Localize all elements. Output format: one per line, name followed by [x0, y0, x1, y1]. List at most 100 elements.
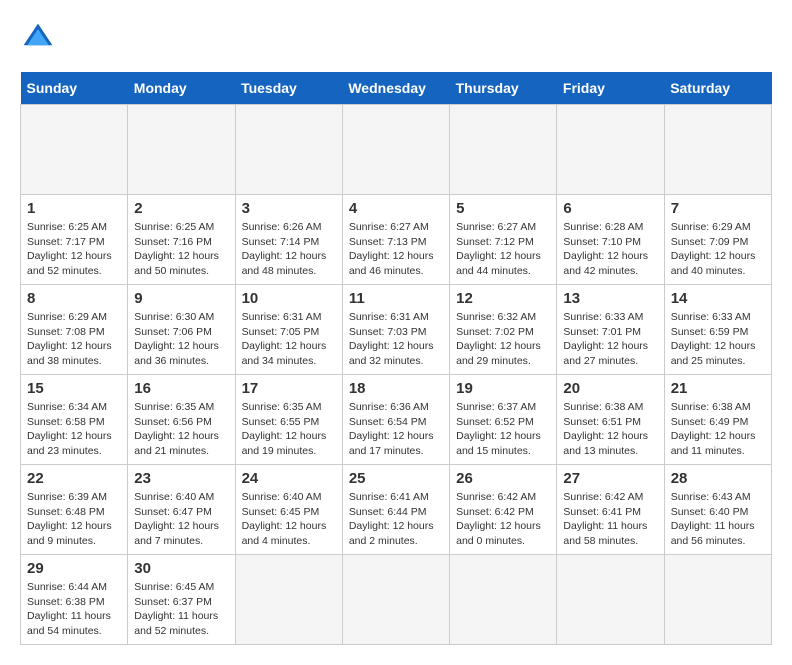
sunrise: Sunrise: 6:26 AM: [242, 221, 322, 233]
daylight: Daylight: 11 hours and 56 minutes.: [671, 520, 755, 547]
week-row-6: 29 Sunrise: 6:44 AM Sunset: 6:38 PM Dayl…: [21, 555, 772, 645]
calendar-cell: [450, 105, 557, 195]
day-number: 4: [349, 200, 443, 217]
sunset: Sunset: 6:44 PM: [349, 506, 427, 518]
daylight: Daylight: 12 hours and 27 minutes.: [563, 340, 648, 367]
sunset: Sunset: 6:51 PM: [563, 416, 641, 428]
sunset: Sunset: 6:59 PM: [671, 326, 749, 338]
day-number: 25: [349, 470, 443, 487]
day-number: 6: [563, 200, 657, 217]
sunset: Sunset: 7:16 PM: [134, 236, 212, 248]
calendar-cell: [664, 555, 771, 645]
cell-content: Sunrise: 6:35 AM Sunset: 6:55 PM Dayligh…: [242, 400, 336, 459]
cell-content: Sunrise: 6:29 AM Sunset: 7:09 PM Dayligh…: [671, 220, 765, 279]
calendar-cell: 24 Sunrise: 6:40 AM Sunset: 6:45 PM Dayl…: [235, 465, 342, 555]
day-number: 20: [563, 380, 657, 397]
sunset: Sunset: 7:08 PM: [27, 326, 105, 338]
sunrise: Sunrise: 6:43 AM: [671, 491, 751, 503]
sunrise: Sunrise: 6:33 AM: [563, 311, 643, 323]
calendar-cell: 26 Sunrise: 6:42 AM Sunset: 6:42 PM Dayl…: [450, 465, 557, 555]
calendar-cell: 8 Sunrise: 6:29 AM Sunset: 7:08 PM Dayli…: [21, 285, 128, 375]
sunset: Sunset: 7:03 PM: [349, 326, 427, 338]
week-row-3: 8 Sunrise: 6:29 AM Sunset: 7:08 PM Dayli…: [21, 285, 772, 375]
sunrise: Sunrise: 6:45 AM: [134, 581, 214, 593]
sunset: Sunset: 6:58 PM: [27, 416, 105, 428]
day-number: 7: [671, 200, 765, 217]
calendar-cell: [235, 105, 342, 195]
daylight: Daylight: 12 hours and 0 minutes.: [456, 520, 541, 547]
sunset: Sunset: 7:06 PM: [134, 326, 212, 338]
sunset: Sunset: 7:12 PM: [456, 236, 534, 248]
cell-content: Sunrise: 6:27 AM Sunset: 7:13 PM Dayligh…: [349, 220, 443, 279]
sunrise: Sunrise: 6:33 AM: [671, 311, 751, 323]
sunrise: Sunrise: 6:35 AM: [134, 401, 214, 413]
cell-content: Sunrise: 6:36 AM Sunset: 6:54 PM Dayligh…: [349, 400, 443, 459]
calendar-cell: 16 Sunrise: 6:35 AM Sunset: 6:56 PM Dayl…: [128, 375, 235, 465]
cell-content: Sunrise: 6:31 AM Sunset: 7:03 PM Dayligh…: [349, 310, 443, 369]
daylight: Daylight: 12 hours and 11 minutes.: [671, 430, 756, 457]
daylight: Daylight: 12 hours and 9 minutes.: [27, 520, 112, 547]
sunset: Sunset: 6:56 PM: [134, 416, 212, 428]
calendar-cell: 12 Sunrise: 6:32 AM Sunset: 7:02 PM Dayl…: [450, 285, 557, 375]
cell-content: Sunrise: 6:30 AM Sunset: 7:06 PM Dayligh…: [134, 310, 228, 369]
day-number: 5: [456, 200, 550, 217]
day-number: 8: [27, 290, 121, 307]
calendar-cell: 21 Sunrise: 6:38 AM Sunset: 6:49 PM Dayl…: [664, 375, 771, 465]
day-number: 27: [563, 470, 657, 487]
sunrise: Sunrise: 6:41 AM: [349, 491, 429, 503]
daylight: Daylight: 12 hours and 52 minutes.: [27, 250, 112, 277]
sunset: Sunset: 6:45 PM: [242, 506, 320, 518]
cell-content: Sunrise: 6:34 AM Sunset: 6:58 PM Dayligh…: [27, 400, 121, 459]
sunset: Sunset: 6:49 PM: [671, 416, 749, 428]
cell-content: Sunrise: 6:42 AM Sunset: 6:42 PM Dayligh…: [456, 490, 550, 549]
sunset: Sunset: 6:54 PM: [349, 416, 427, 428]
calendar-cell: 1 Sunrise: 6:25 AM Sunset: 7:17 PM Dayli…: [21, 195, 128, 285]
day-number: 18: [349, 380, 443, 397]
sunrise: Sunrise: 6:31 AM: [242, 311, 322, 323]
cell-content: Sunrise: 6:25 AM Sunset: 7:16 PM Dayligh…: [134, 220, 228, 279]
calendar-cell: 23 Sunrise: 6:40 AM Sunset: 6:47 PM Dayl…: [128, 465, 235, 555]
header-sunday: Sunday: [21, 72, 128, 105]
day-number: 22: [27, 470, 121, 487]
day-number: 2: [134, 200, 228, 217]
calendar-cell: 10 Sunrise: 6:31 AM Sunset: 7:05 PM Dayl…: [235, 285, 342, 375]
sunrise: Sunrise: 6:25 AM: [27, 221, 107, 233]
calendar-cell: 30 Sunrise: 6:45 AM Sunset: 6:37 PM Dayl…: [128, 555, 235, 645]
header-friday: Friday: [557, 72, 664, 105]
header-row: SundayMondayTuesdayWednesdayThursdayFrid…: [21, 72, 772, 105]
cell-content: Sunrise: 6:33 AM Sunset: 6:59 PM Dayligh…: [671, 310, 765, 369]
cell-content: Sunrise: 6:44 AM Sunset: 6:38 PM Dayligh…: [27, 580, 121, 639]
daylight: Daylight: 12 hours and 21 minutes.: [134, 430, 219, 457]
calendar-cell: 3 Sunrise: 6:26 AM Sunset: 7:14 PM Dayli…: [235, 195, 342, 285]
calendar-cell: 2 Sunrise: 6:25 AM Sunset: 7:16 PM Dayli…: [128, 195, 235, 285]
header-thursday: Thursday: [450, 72, 557, 105]
daylight: Daylight: 12 hours and 40 minutes.: [671, 250, 756, 277]
sunset: Sunset: 7:10 PM: [563, 236, 641, 248]
day-number: 26: [456, 470, 550, 487]
sunset: Sunset: 6:47 PM: [134, 506, 212, 518]
cell-content: Sunrise: 6:40 AM Sunset: 6:45 PM Dayligh…: [242, 490, 336, 549]
week-row-2: 1 Sunrise: 6:25 AM Sunset: 7:17 PM Dayli…: [21, 195, 772, 285]
sunrise: Sunrise: 6:29 AM: [27, 311, 107, 323]
week-row-1: [21, 105, 772, 195]
sunrise: Sunrise: 6:31 AM: [349, 311, 429, 323]
calendar-cell: 5 Sunrise: 6:27 AM Sunset: 7:12 PM Dayli…: [450, 195, 557, 285]
sunset: Sunset: 7:14 PM: [242, 236, 320, 248]
cell-content: Sunrise: 6:42 AM Sunset: 6:41 PM Dayligh…: [563, 490, 657, 549]
calendar-cell: 7 Sunrise: 6:29 AM Sunset: 7:09 PM Dayli…: [664, 195, 771, 285]
daylight: Daylight: 12 hours and 44 minutes.: [456, 250, 541, 277]
sunrise: Sunrise: 6:35 AM: [242, 401, 322, 413]
day-number: 15: [27, 380, 121, 397]
header-monday: Monday: [128, 72, 235, 105]
daylight: Daylight: 12 hours and 13 minutes.: [563, 430, 648, 457]
header-saturday: Saturday: [664, 72, 771, 105]
cell-content: Sunrise: 6:25 AM Sunset: 7:17 PM Dayligh…: [27, 220, 121, 279]
sunrise: Sunrise: 6:34 AM: [27, 401, 107, 413]
logo: [20, 20, 62, 56]
cell-content: Sunrise: 6:29 AM Sunset: 7:08 PM Dayligh…: [27, 310, 121, 369]
sunset: Sunset: 7:01 PM: [563, 326, 641, 338]
daylight: Daylight: 12 hours and 25 minutes.: [671, 340, 756, 367]
calendar-cell: 25 Sunrise: 6:41 AM Sunset: 6:44 PM Dayl…: [342, 465, 449, 555]
daylight: Daylight: 12 hours and 46 minutes.: [349, 250, 434, 277]
header-tuesday: Tuesday: [235, 72, 342, 105]
